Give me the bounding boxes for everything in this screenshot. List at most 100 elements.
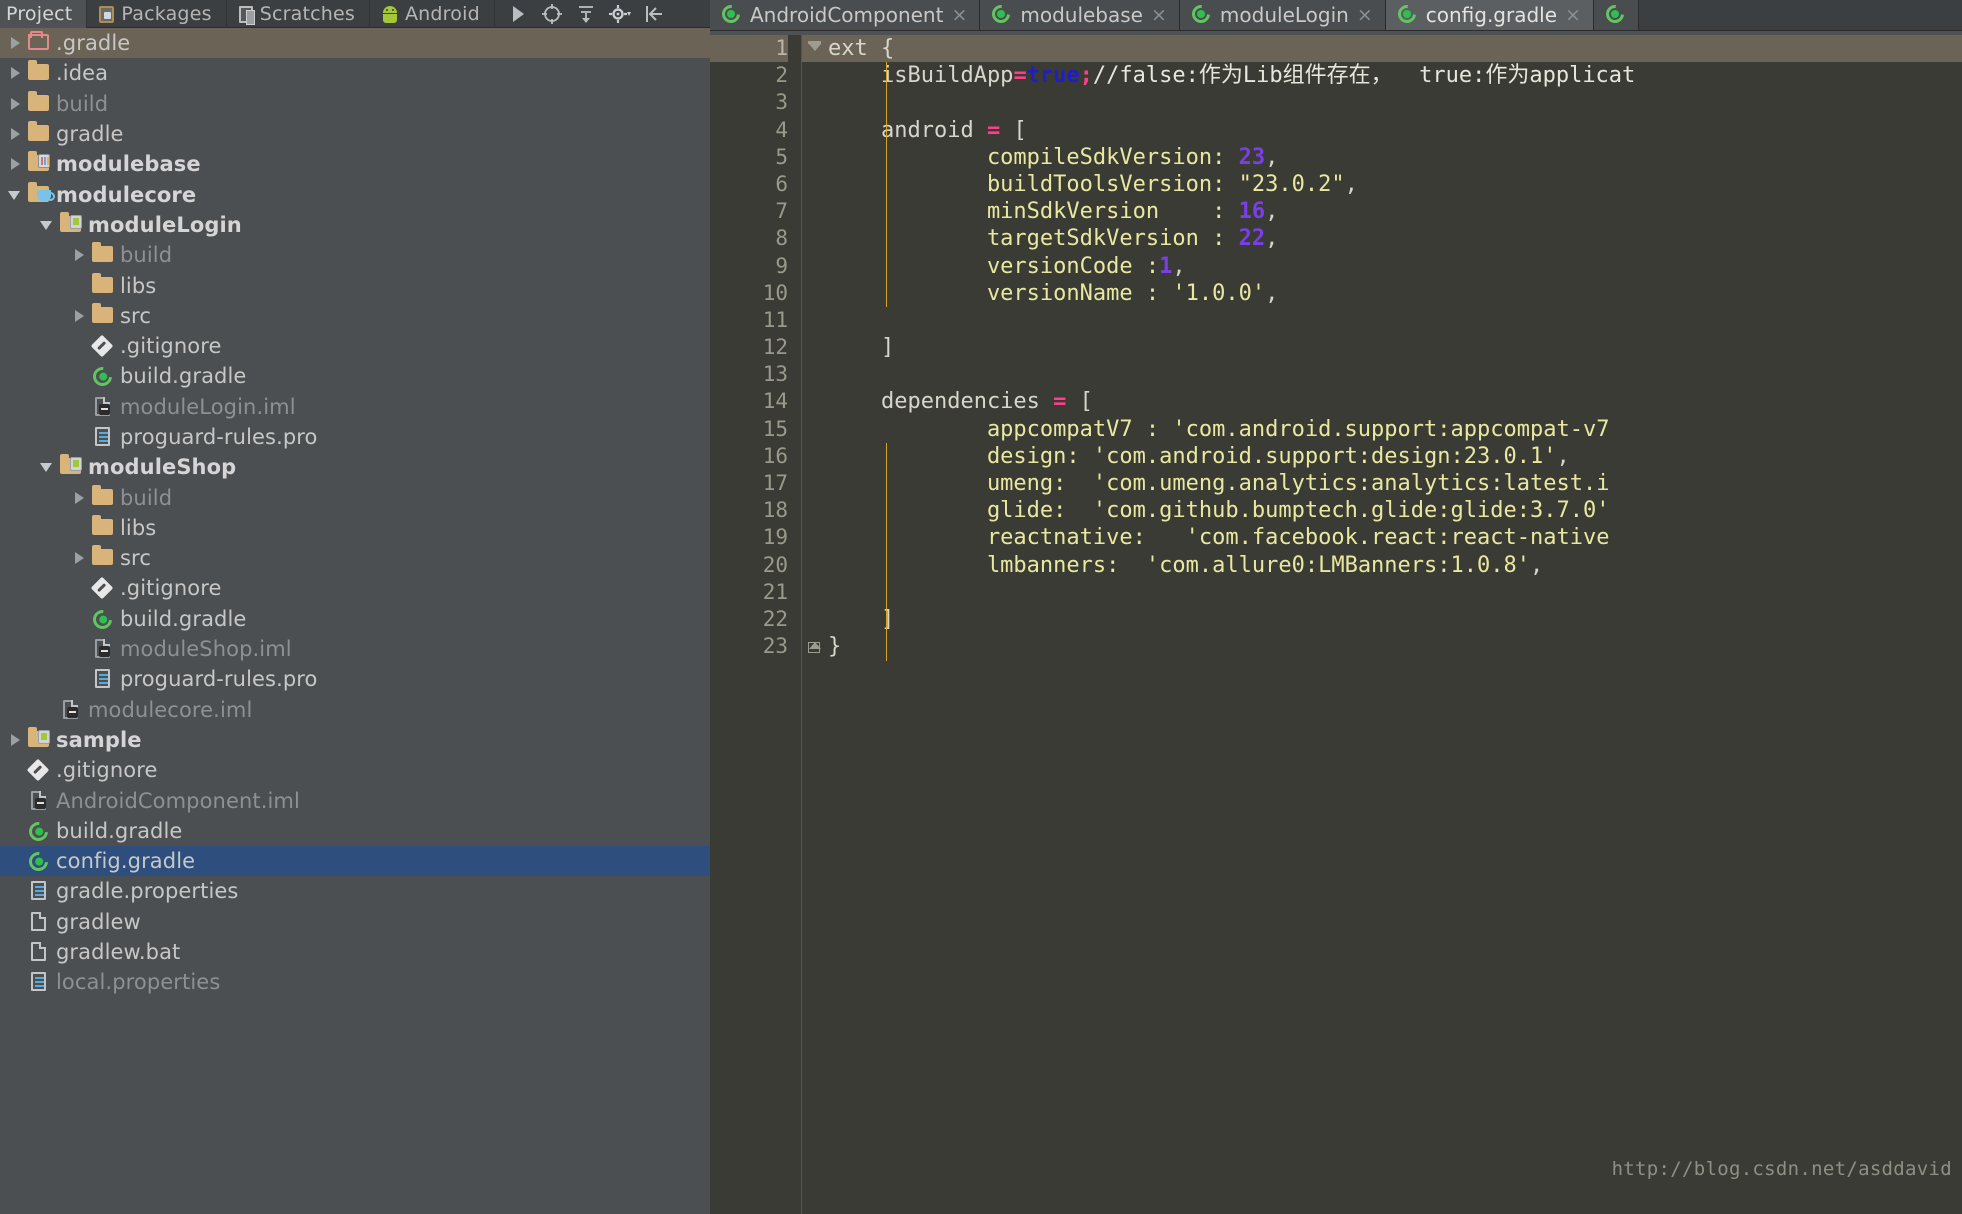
code-line[interactable]: compileSdkVersion: 23, [828, 144, 1962, 171]
tree-item-gitignore[interactable]: .gitignore [0, 331, 710, 361]
editor-tab-androidcomponent[interactable]: AndroidComponent × [710, 0, 981, 30]
code-line[interactable]: targetSdkVersion : 22, [828, 225, 1962, 252]
tree-item-modulecore-iml[interactable]: modulecore.iml [0, 695, 710, 725]
collapse-all-icon[interactable] [569, 0, 603, 28]
code-line[interactable]: umeng: 'com.umeng.analytics:analytics:la… [828, 470, 1962, 497]
tree-item-gitignore[interactable]: .gitignore [0, 573, 710, 603]
code-line[interactable]: ] [828, 334, 1962, 361]
code-line[interactable]: reactnative: 'com.facebook.react:react-n… [828, 524, 1962, 551]
tree-item-proguard-rules-pro[interactable]: proguard-rules.pro [0, 422, 710, 452]
close-icon[interactable]: × [1357, 5, 1373, 25]
editor-tab-bar[interactable]: AndroidComponent × modulebase × moduleLogin ×… [710, 0, 1962, 30]
code-line[interactable] [828, 579, 1962, 606]
hide-panel-icon[interactable] [637, 0, 671, 28]
tree-item-gradlew[interactable]: gradlew [0, 907, 710, 937]
chevron-right-icon[interactable] [70, 301, 90, 331]
close-icon[interactable]: × [1151, 5, 1167, 25]
tree-item-config-gradle[interactable]: config.gradle [0, 846, 710, 877]
tree-item-build[interactable]: build [0, 482, 710, 512]
play-icon[interactable] [501, 0, 535, 28]
tree-item-gradle[interactable]: .gradle [0, 28, 710, 59]
editor-tab-config-gradle[interactable]: config.gradle × [1385, 0, 1594, 30]
code-fold-column[interactable] [802, 35, 828, 1214]
code-line[interactable]: glide: 'com.github.bumptech.glide:glide:… [828, 497, 1962, 524]
code-viewport[interactable]: 1 2 3 4 5 6 7 8 9 10 11 12 13 14 15 16 17 18 19 20 21 22 23 ex… [710, 35, 1962, 1214]
tree-item-moduleshop[interactable]: moduleShop [0, 452, 710, 482]
code-line[interactable]: versionName : '1.0.0', [828, 280, 1962, 307]
toolbar-button-packages[interactable]: Packages [87, 0, 227, 28]
code-line[interactable]: android = [ [828, 117, 1962, 144]
tree-item-gradle-properties[interactable]: gradle.properties [0, 876, 710, 906]
tree-item-libs[interactable]: libs [0, 270, 710, 300]
code-line[interactable]: versionCode :1, [828, 253, 1962, 280]
editor-tab-modulelogin[interactable]: moduleLogin × [1179, 0, 1386, 30]
tree-item-idea[interactable]: .idea [0, 58, 710, 88]
chevron-right-icon[interactable] [6, 28, 26, 58]
gear-icon[interactable] [603, 0, 637, 28]
tree-item-gradle[interactable]: gradle [0, 119, 710, 149]
tree-item-proguard-rules-pro[interactable]: proguard-rules.pro [0, 664, 710, 694]
editor-tab-overflow[interactable] [1593, 0, 1639, 30]
tree-item-src[interactable]: src [0, 543, 710, 573]
tree-item-moduleshop-iml[interactable]: moduleShop.iml [0, 634, 710, 664]
close-icon[interactable]: × [951, 5, 967, 25]
toolbar-button-android[interactable]: Android [370, 0, 495, 28]
chevron-down-icon[interactable] [38, 210, 58, 240]
tree-item-gitignore[interactable]: .gitignore [0, 755, 710, 785]
project-tree[interactable]: .gradle .idea build gradle modulebase modulec… [0, 28, 710, 1214]
code-line[interactable]: ext { [828, 35, 1962, 63]
chevron-right-icon[interactable] [6, 89, 26, 119]
tree-item-modulelogin-iml[interactable]: moduleLogin.iml [0, 392, 710, 422]
tree-item-androidcomponent-iml[interactable]: AndroidComponent.iml [0, 785, 710, 815]
code-token: umeng: [828, 471, 1093, 496]
code-line[interactable]: lmbanners: 'com.allure0:LMBanners:1.0.8'… [828, 552, 1962, 579]
fold-cell[interactable] [802, 35, 828, 63]
tree-item-modulelogin[interactable]: moduleLogin [0, 210, 710, 240]
editor-tab-modulebase[interactable]: modulebase × [980, 0, 1180, 30]
code-token: , [1265, 280, 1279, 306]
fold-cell[interactable] [802, 633, 828, 660]
code-line[interactable]: } [828, 633, 1962, 660]
code-line[interactable]: ] [828, 606, 1962, 633]
code-line[interactable] [828, 89, 1962, 116]
chevron-right-icon[interactable] [6, 119, 26, 149]
tree-item-build-gradle[interactable]: build.gradle [0, 816, 710, 846]
fold-expand-icon[interactable] [807, 638, 822, 654]
tree-item-modulecore[interactable]: modulecore [0, 179, 710, 209]
tree-item-gradlew-bat[interactable]: gradlew.bat [0, 937, 710, 967]
locate-icon[interactable] [535, 0, 569, 28]
chevron-right-icon[interactable] [70, 483, 90, 513]
fold-collapse-icon[interactable] [807, 40, 822, 55]
code-content[interactable]: ext { isBuildApp=true;//false:作为Lib组件存在，… [828, 35, 1962, 1214]
code-line[interactable]: design: 'com.android.support:design:23.0… [828, 443, 1962, 470]
tree-item-modulebase[interactable]: modulebase [0, 149, 710, 179]
tree-item-build[interactable]: build [0, 89, 710, 119]
folder-icon [92, 545, 113, 566]
chevron-right-icon[interactable] [70, 543, 90, 573]
code-line[interactable]: isBuildApp=true;//false:作为Lib组件存在， true:… [828, 62, 1962, 89]
code-line[interactable] [828, 307, 1962, 334]
tree-item-icon [26, 967, 52, 997]
code-line[interactable]: dependencies = [ [828, 388, 1962, 415]
tree-item-build-gradle[interactable]: build.gradle [0, 361, 710, 391]
tree-item-label: config.gradle [56, 849, 196, 874]
chevron-right-icon[interactable] [6, 725, 26, 755]
close-icon[interactable]: × [1565, 5, 1581, 25]
tree-item-src[interactable]: src [0, 301, 710, 331]
code-line[interactable]: minSdkVersion : 16, [828, 198, 1962, 225]
toolbar-button-project[interactable]: Project [0, 0, 88, 28]
chevron-right-icon[interactable] [70, 240, 90, 270]
tree-item-local-properties[interactable]: local.properties [0, 967, 710, 997]
tree-item-build-gradle[interactable]: build.gradle [0, 604, 710, 634]
chevron-right-icon[interactable] [6, 149, 26, 179]
chevron-down-icon[interactable] [6, 180, 26, 210]
code-line[interactable] [828, 361, 1962, 388]
chevron-down-icon[interactable] [38, 452, 58, 482]
tree-item-sample[interactable]: sample [0, 725, 710, 755]
toolbar-button-scratches[interactable]: Scratches [227, 0, 370, 28]
tree-item-build[interactable]: build [0, 240, 710, 270]
tree-item-libs[interactable]: libs [0, 513, 710, 543]
chevron-right-icon[interactable] [6, 58, 26, 88]
code-line[interactable]: buildToolsVersion: "23.0.2", [828, 171, 1962, 198]
code-line[interactable]: appcompatV7 : 'com.android.support:appco… [828, 416, 1962, 443]
